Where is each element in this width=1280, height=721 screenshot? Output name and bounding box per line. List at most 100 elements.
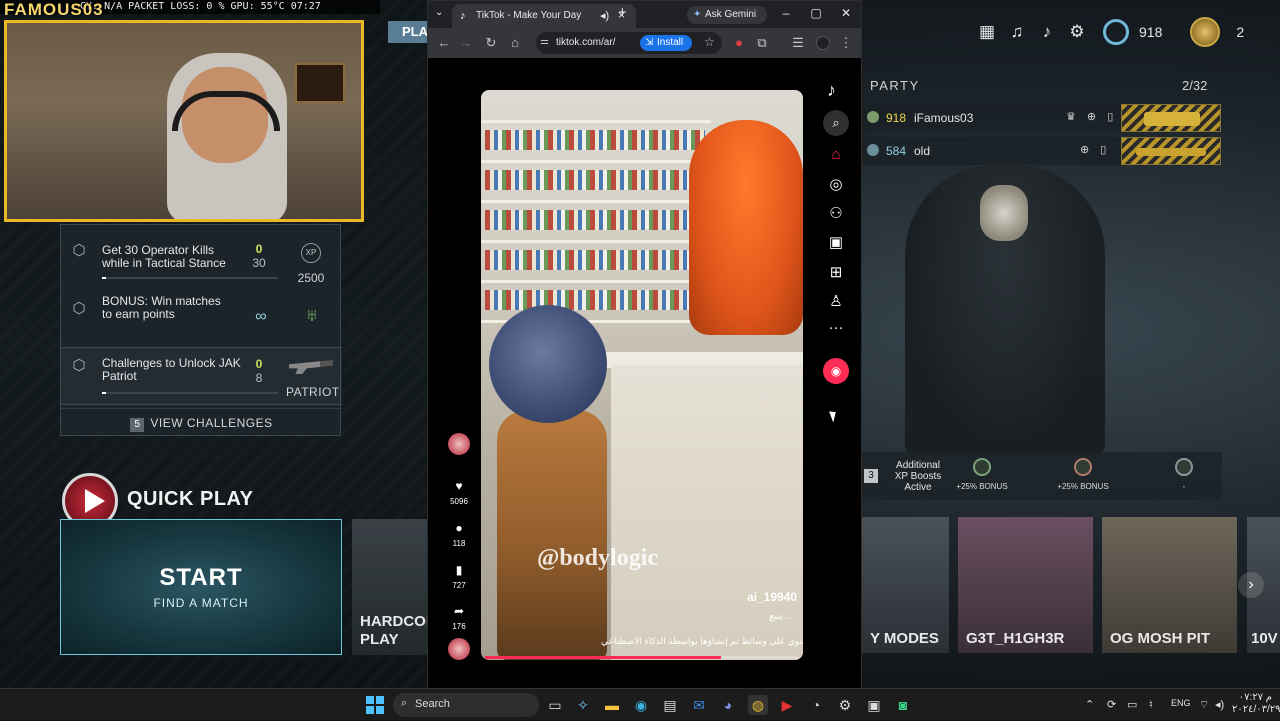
- forward-icon[interactable]: →: [458, 35, 474, 50]
- xp-token-icon: XP: [301, 243, 321, 263]
- copilot-icon[interactable]: ✧: [573, 695, 593, 715]
- tab-list-icon[interactable]: ⌄: [435, 7, 443, 18]
- video-username[interactable]: ai_19940: [747, 590, 797, 604]
- headset-icon[interactable]: ♫: [1005, 20, 1029, 44]
- live-tv-icon[interactable]: ▣: [821, 233, 851, 251]
- like-button[interactable]: ♥ 5096: [443, 473, 475, 506]
- play-tab[interactable]: PLAY: [388, 21, 435, 43]
- task-view-icon[interactable]: ▭: [545, 695, 565, 715]
- xp-boosts-panel[interactable]: 3 Additional XP Boosts Active +25% BONUS…: [862, 452, 1222, 500]
- share-button[interactable]: ➦ 176: [443, 598, 475, 631]
- member-name: iFamous03: [914, 111, 974, 125]
- video-player[interactable]: @bodylogic ai_19940 يتبع .. يحتوي على وس…: [481, 90, 803, 660]
- search-icon[interactable]: ⌕: [823, 110, 849, 136]
- member-status-icons: ♛ ⊕ ▯: [1066, 111, 1118, 123]
- install-app-button[interactable]: Install: [640, 35, 692, 51]
- taskbar-clock[interactable]: ۰۷:۲۷ م ٢٠٢٤/٠٣/٢٩: [1232, 692, 1280, 716]
- start-match-button[interactable]: START FIND A MATCH: [60, 519, 342, 655]
- video-progress-bar[interactable]: [485, 656, 799, 659]
- discord-icon[interactable]: ◕: [718, 695, 738, 715]
- maximize-icon[interactable]: ▢: [808, 6, 824, 20]
- party-member-row[interactable]: 584 old ⊕ ▯: [862, 137, 1222, 165]
- extensions-puzzle-icon[interactable]: ⧉: [754, 35, 770, 51]
- party-member-row[interactable]: 918 iFamous03 ♛ ⊕ ▯: [862, 104, 1222, 132]
- shelf: [481, 240, 701, 243]
- close-window-icon[interactable]: ✕: [838, 6, 854, 20]
- upload-icon[interactable]: ⊞: [821, 263, 851, 281]
- video-progress-fill: [485, 656, 721, 659]
- taskbar-search[interactable]: ⌕ Search: [393, 693, 539, 717]
- chrome-icon[interactable]: ◍: [748, 695, 768, 715]
- playlist-card[interactable]: OG MOSH PIT: [1102, 517, 1237, 653]
- comment-button[interactable]: ● 118: [443, 515, 475, 548]
- sound-avatar: [448, 638, 470, 660]
- display-icon[interactable]: ▭: [1127, 698, 1137, 711]
- wifi-icon[interactable]: ⌔: [1199, 698, 1209, 712]
- home-icon[interactable]: ⌂: [821, 146, 851, 163]
- following-icon[interactable]: ⚇: [821, 204, 851, 222]
- tray-app-icon[interactable]: ◙: [893, 695, 913, 715]
- member-level: 584: [886, 144, 907, 158]
- view-challenges-button[interactable]: 5 VIEW CHALLENGES: [61, 408, 342, 436]
- extension-icon[interactable]: ●: [731, 35, 747, 50]
- creator-avatar-button[interactable]: [443, 433, 475, 455]
- medal-icon: ⬡: [72, 300, 86, 317]
- member-name: old: [914, 144, 931, 158]
- site-info-icon[interactable]: ⚌: [540, 36, 549, 47]
- reload-icon[interactable]: ↻: [483, 35, 499, 51]
- challenge-item[interactable]: ⬡ Get 30 Operator Kills while in Tactica…: [61, 239, 342, 295]
- browser-tab[interactable]: ♪ TikTok - Make Your Day ◂) ×: [452, 4, 636, 28]
- explore-compass-icon[interactable]: ◎: [821, 175, 851, 193]
- microphone-icon[interactable]: ♮: [1149, 698, 1153, 711]
- bell-icon[interactable]: ♪: [1035, 20, 1059, 44]
- shelf-bottles: [485, 170, 705, 190]
- sound-avatar-button[interactable]: [443, 638, 475, 660]
- windows-start-icon[interactable]: [366, 696, 384, 714]
- new-tab-button[interactable]: +: [618, 5, 627, 21]
- home-icon[interactable]: ⌂: [507, 35, 523, 50]
- chevron-right-icon[interactable]: ›: [1238, 572, 1264, 598]
- audio-icon[interactable]: ◂): [600, 9, 609, 22]
- challenge-item[interactable]: ⬡ BONUS: Win matches to earn points ∞ ♅: [61, 293, 342, 349]
- volume-icon[interactable]: ◂): [1215, 698, 1224, 711]
- xp-boost-label: Additional XP Boosts Active: [894, 460, 942, 493]
- file-explorer-icon[interactable]: ▬: [602, 695, 622, 715]
- tiktok-logo-icon[interactable]: ♪: [827, 80, 836, 101]
- show-hidden-icons[interactable]: ⌃: [1085, 698, 1094, 711]
- wall-poster: [295, 63, 345, 103]
- share-count: 176: [452, 622, 466, 631]
- youtube-icon[interactable]: ▶: [777, 695, 797, 715]
- more-icon[interactable]: ···: [821, 319, 851, 336]
- comment-icon: ●: [455, 521, 463, 535]
- gear-icon[interactable]: ⚙: [1065, 20, 1089, 44]
- minimize-icon[interactable]: –: [778, 6, 794, 20]
- edge-icon[interactable]: ◉: [631, 695, 651, 715]
- playlist-card[interactable]: G3T_H1GH3R: [958, 517, 1093, 653]
- save-button[interactable]: ▮ 727: [443, 557, 475, 590]
- xp-boost-slot: +25% BONUS: [1053, 458, 1113, 491]
- app-icon[interactable]: ◔: [806, 695, 826, 715]
- live-icon[interactable]: ◉: [823, 358, 849, 384]
- store-icon[interactable]: ▤: [660, 695, 680, 715]
- ask-gemini-button[interactable]: Ask Gemini: [687, 6, 767, 24]
- follow-label[interactable]: يتبع ..: [769, 611, 791, 622]
- search-icon: ⌕: [401, 697, 408, 709]
- language-indicator[interactable]: ENG: [1171, 698, 1191, 708]
- address-bar[interactable]: ⚌ tiktok.com/ar/ Install ☆: [536, 32, 722, 54]
- game-app-icon[interactable]: ▣: [864, 695, 884, 715]
- profile-icon[interactable]: ♙: [821, 292, 851, 310]
- hardcore-playlist-card[interactable]: HARDCORE PLAY: [352, 519, 447, 655]
- more-menu-icon[interactable]: ⋮: [838, 35, 854, 51]
- playlist-card[interactable]: Y MODES: [862, 517, 949, 653]
- settings-icon[interactable]: ⚙: [835, 695, 855, 715]
- browser-toolbar: ← → ↻ ⌂ ⚌ tiktok.com/ar/ Install ☆ ● ⧉ ☰…: [428, 28, 861, 58]
- profile-avatar[interactable]: [816, 36, 830, 50]
- grid-menu-icon[interactable]: ▦: [975, 20, 999, 44]
- back-icon[interactable]: ←: [436, 35, 452, 50]
- bookmark-star-icon[interactable]: ☆: [704, 35, 715, 49]
- challenge-item[interactable]: ⬡ Challenges to Unlock JAK Patriot 0 8 P…: [61, 347, 342, 405]
- mail-icon[interactable]: ✉: [689, 695, 709, 715]
- reading-list-icon[interactable]: ☰: [790, 35, 806, 51]
- sync-icon[interactable]: ⟳: [1107, 698, 1116, 711]
- windows-taskbar: ⌕ Search ▭ ✧ ▬ ◉ ▤ ✉ ◕ ◍ ▶ ◔ ⚙ ▣ ◙ ⌃ ⟳ ▭…: [0, 688, 1280, 720]
